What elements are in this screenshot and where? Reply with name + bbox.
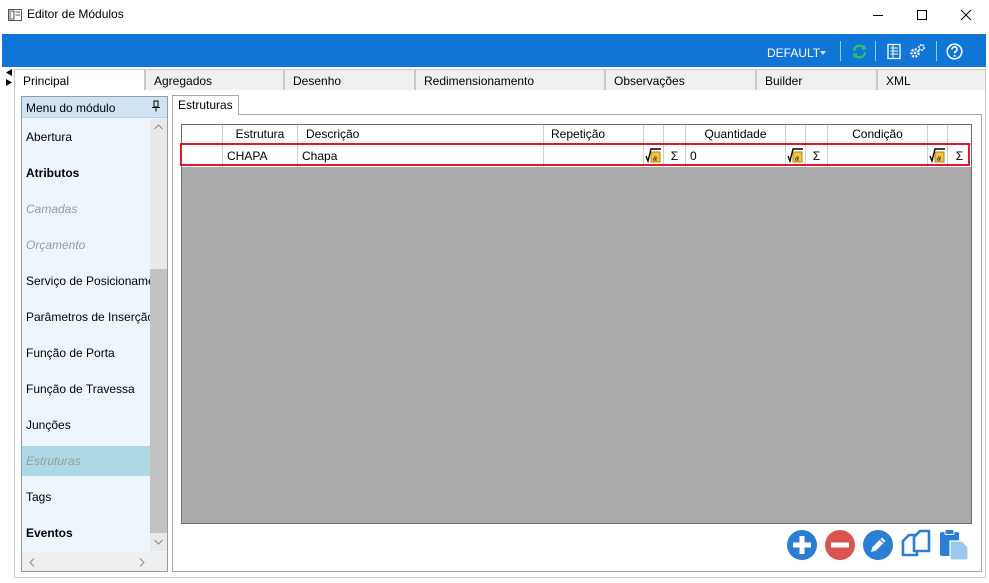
svg-text:a: a [937, 156, 941, 163]
scroll-thumb[interactable] [150, 269, 167, 533]
menu-header-label: Menu do módulo [26, 101, 116, 115]
table-row[interactable]: CHAPA Chapa a Σ 0 a Σ a Σ [182, 145, 971, 167]
column-header-quantidade[interactable]: Quantidade [686, 125, 786, 144]
tab-redimensionamento[interactable]: Redimensionamento [415, 69, 605, 90]
window-title: Editor de Módulos [27, 7, 124, 21]
menu-item-orcamento: Orçamento [26, 238, 86, 252]
tab-agregados[interactable]: Agregados [145, 69, 284, 90]
menu-item-tags[interactable]: Tags [22, 482, 150, 512]
tab-estruturas[interactable]: Estruturas [172, 95, 239, 115]
sum-button-repeticao[interactable]: Σ [664, 145, 686, 167]
menu-item-funcao-porta[interactable]: Função de Porta [22, 338, 150, 368]
toolbar-separator [875, 41, 876, 61]
formula-icon: a [787, 148, 803, 164]
svg-text:a: a [653, 156, 657, 163]
svg-text:a: a [795, 156, 799, 163]
sum-button-quantidade[interactable]: Σ [806, 145, 828, 167]
paste-icon[interactable] [938, 529, 970, 561]
minimize-button[interactable] [855, 0, 901, 30]
menu-item-estruturas[interactable]: Estruturas [22, 446, 150, 476]
menu-header: Menu do módulo [22, 97, 167, 118]
formula-button-quantidade[interactable]: a [786, 145, 806, 167]
sum-button-condicao[interactable]: Σ [948, 145, 971, 167]
cell-descricao[interactable]: Chapa [298, 145, 544, 167]
settings-icon[interactable] [909, 43, 926, 60]
remove-icon[interactable] [824, 529, 856, 561]
app-icon [8, 9, 22, 21]
column-header-blank [806, 125, 828, 144]
tab-observacoes[interactable]: Observações [605, 69, 756, 90]
row-selector[interactable] [182, 145, 223, 167]
tab-xml[interactable]: XML [877, 69, 986, 90]
formula-button-repeticao[interactable]: a [644, 145, 664, 167]
cell-repeticao[interactable] [544, 145, 644, 167]
row-selector-header [182, 125, 223, 144]
arrow-left-icon [6, 69, 12, 76]
add-icon[interactable] [786, 529, 818, 561]
close-icon [960, 9, 972, 21]
toolbar-separator [936, 41, 937, 61]
menu-item-juncoes[interactable]: Junções [22, 410, 150, 440]
cell-condicao[interactable] [828, 145, 928, 167]
column-header-blank [928, 125, 948, 144]
tab-desenho[interactable]: Desenho [284, 69, 415, 90]
close-button[interactable] [943, 0, 989, 30]
column-header-repeticao[interactable]: Repetição [544, 125, 644, 144]
sigma-icon: Σ [955, 149, 964, 163]
formula-icon: a [645, 148, 661, 164]
menu-item-atributos[interactable]: Atributos [22, 158, 150, 188]
tab-principal[interactable]: Principal [14, 69, 145, 91]
toolbar: DEFAULT [2, 34, 986, 67]
module-menu: Menu do módulo Abertura Atributos Camada… [21, 96, 168, 572]
column-header-blank [664, 125, 686, 144]
copy-icon[interactable] [900, 529, 932, 561]
menu-item-servico-posicionamento[interactable]: Serviço de Posicionamento [22, 266, 150, 296]
menu-vertical-scrollbar[interactable] [150, 119, 167, 551]
chevron-up-icon[interactable] [154, 124, 163, 130]
chevron-right-icon[interactable] [139, 558, 145, 567]
sigma-icon: Σ [670, 149, 679, 163]
column-header-blank [786, 125, 806, 144]
chevron-down-icon[interactable] [154, 539, 163, 545]
cell-estrutura[interactable]: CHAPA [223, 145, 298, 167]
menu-list: Abertura Atributos Camadas Orçamento Ser… [22, 119, 150, 551]
menu-item-camadas: Camadas [26, 202, 78, 216]
chevron-down-icon [820, 51, 826, 55]
edit-icon[interactable] [862, 529, 894, 561]
toolbar-separator [840, 41, 841, 61]
chevron-left-icon[interactable] [29, 558, 35, 567]
tab-builder[interactable]: Builder [756, 69, 877, 90]
arrow-right-icon [6, 79, 12, 86]
pin-icon[interactable] [152, 100, 160, 115]
column-header-descricao[interactable]: Descrição [298, 125, 544, 144]
column-header-blank [644, 125, 664, 144]
estruturas-grid: Estrutura Descrição Repetição Quantidade… [181, 124, 972, 524]
menu-horizontal-scrollbar[interactable] [22, 552, 167, 571]
profile-dropdown[interactable]: DEFAULT [767, 46, 820, 60]
menu-item-parametros-insercao[interactable]: Parâmetros de Inserção [22, 302, 150, 332]
tab-scroll-arrows[interactable] [4, 68, 14, 88]
menu-item-abertura[interactable]: Abertura [22, 122, 150, 152]
maximize-button[interactable] [899, 0, 945, 30]
maximize-icon [917, 10, 927, 20]
refresh-icon[interactable] [851, 43, 868, 60]
formula-icon: a [929, 148, 945, 164]
column-header-estrutura[interactable]: Estrutura [223, 125, 298, 144]
column-header-blank [948, 125, 971, 144]
list-icon[interactable] [886, 43, 903, 60]
title-bar: Editor de Módulos [0, 0, 989, 32]
sigma-icon: Σ [812, 149, 821, 163]
minimize-icon [873, 15, 883, 16]
column-header-condicao[interactable]: Condição [828, 125, 928, 144]
help-icon[interactable] [946, 43, 963, 60]
grid-header: Estrutura Descrição Repetição Quantidade… [182, 125, 971, 144]
cell-quantidade[interactable]: 0 [686, 145, 786, 167]
menu-item-eventos[interactable]: Eventos [22, 518, 150, 548]
formula-button-condicao[interactable]: a [928, 145, 948, 167]
menu-item-funcao-travessa[interactable]: Função de Travessa [22, 374, 150, 404]
